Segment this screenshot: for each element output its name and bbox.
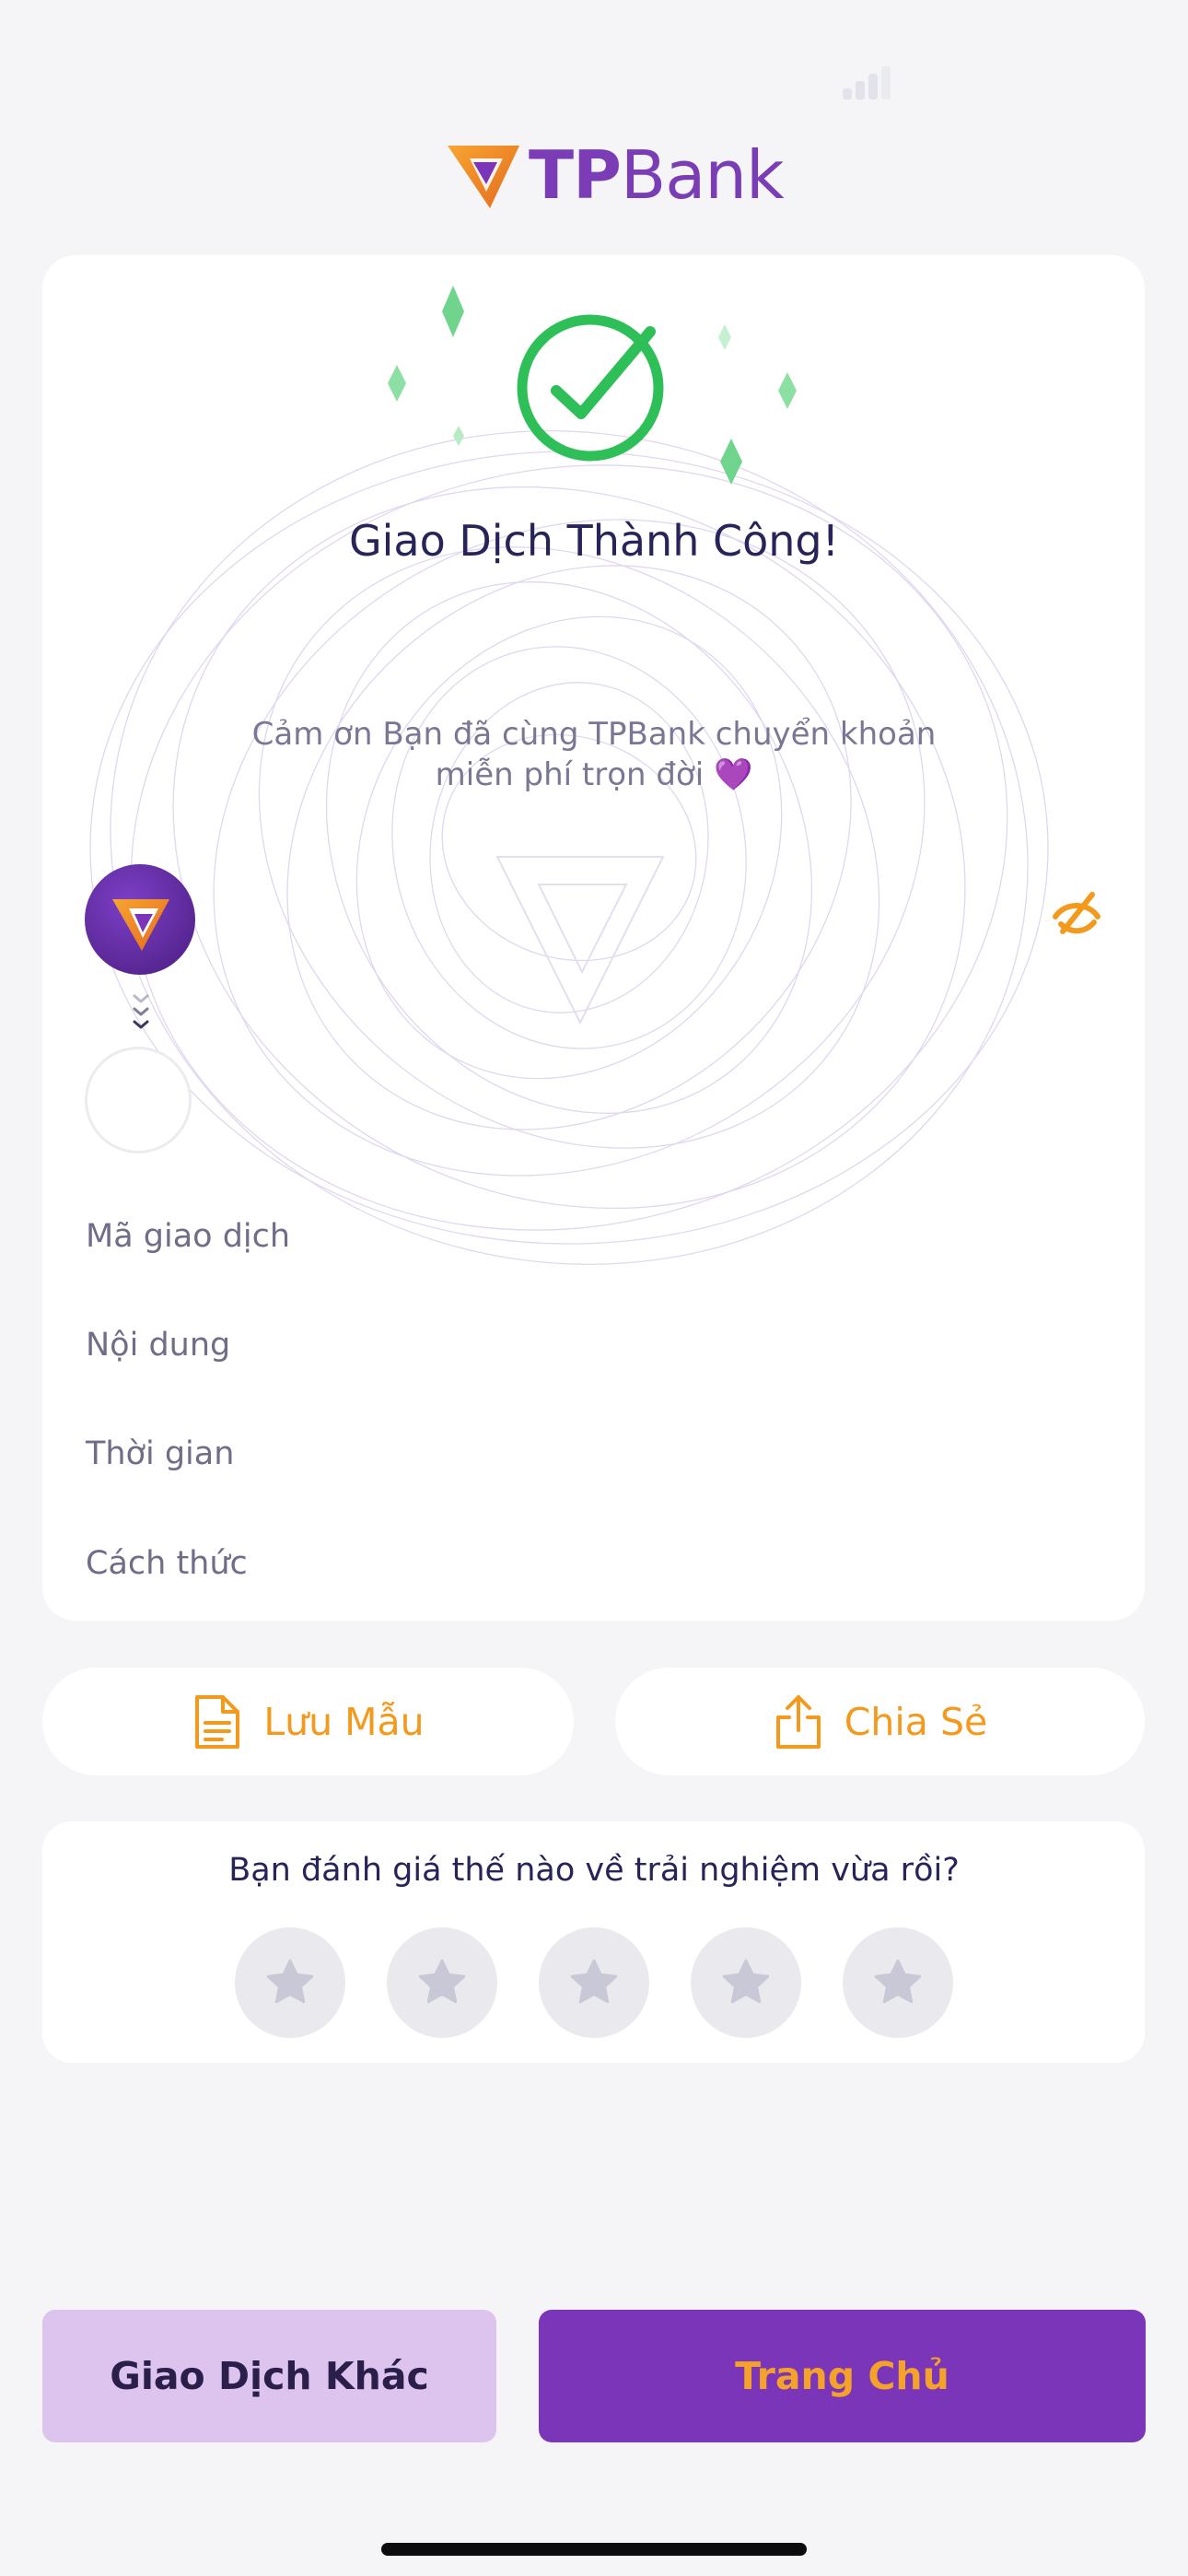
logo-text-tp: TP	[529, 136, 622, 214]
save-template-button[interactable]: Lưu Mẫu	[42, 1668, 574, 1775]
home-indicator	[381, 2543, 807, 2556]
star-icon	[722, 1959, 770, 2004]
success-check-icon	[517, 314, 664, 462]
star-icon	[266, 1959, 314, 2004]
rating-star-1[interactable]	[235, 1927, 345, 2038]
signal-icon	[843, 66, 891, 100]
chevrons-down-icon	[133, 994, 149, 1029]
rating-star-5[interactable]	[843, 1927, 953, 2038]
share-icon	[775, 1694, 821, 1749]
thanks-line-2: miễn phí trọn đời 💜	[435, 756, 753, 793]
home-button[interactable]: Trang Chủ	[539, 2310, 1146, 2442]
rating-star-3[interactable]	[539, 1927, 649, 2038]
save-template-label: Lưu Mẫu	[263, 1699, 425, 1744]
rating-star-2[interactable]	[387, 1927, 497, 2038]
share-label: Chia Sẻ	[844, 1699, 988, 1744]
sparkle-icon	[718, 324, 731, 350]
method-label: Cách thức	[86, 1545, 248, 1582]
watermark-logo-icon	[495, 856, 665, 1025]
star-icon	[418, 1959, 466, 2004]
rating-question: Bạn đánh giá thế nào về trải nghiệm vừa …	[228, 1852, 960, 1889]
tpbank-logo-icon	[448, 146, 519, 208]
time-label: Thời gian	[86, 1435, 235, 1472]
sparkle-icon	[720, 439, 742, 485]
thanks-message: Cảm ơn Bạn đã cùng TPBank chuyển khoản m…	[175, 714, 1013, 795]
sender-avatar	[85, 864, 195, 975]
share-button[interactable]: Chia Sẻ	[615, 1668, 1145, 1775]
transaction-id-label: Mã giao dịch	[86, 1218, 291, 1255]
content-label: Nội dung	[86, 1327, 231, 1364]
sparkle-icon	[778, 372, 797, 409]
tpbank-logo: TPBank	[446, 136, 785, 214]
success-title: Giao Dịch Thành Công!	[348, 516, 840, 566]
thanks-line-1: Cảm ơn Bạn đã cùng TPBank chuyển khoản	[251, 716, 937, 753]
document-icon	[195, 1694, 240, 1749]
sparkle-icon	[388, 365, 406, 402]
tpbank-logo-icon	[112, 899, 169, 951]
star-icon	[570, 1959, 618, 2004]
guilloche-pattern	[89, 430, 1049, 1265]
rating-star-4[interactable]	[691, 1927, 801, 2038]
logo-text-bank: Bank	[620, 136, 785, 214]
other-transaction-button[interactable]: Giao Dịch Khác	[42, 2310, 496, 2442]
sparkle-icon	[453, 426, 464, 446]
hide-eye-icon[interactable]	[1050, 889, 1103, 937]
receiver-avatar	[85, 1047, 192, 1153]
sparkle-icon	[442, 286, 464, 337]
star-icon	[874, 1959, 922, 2004]
